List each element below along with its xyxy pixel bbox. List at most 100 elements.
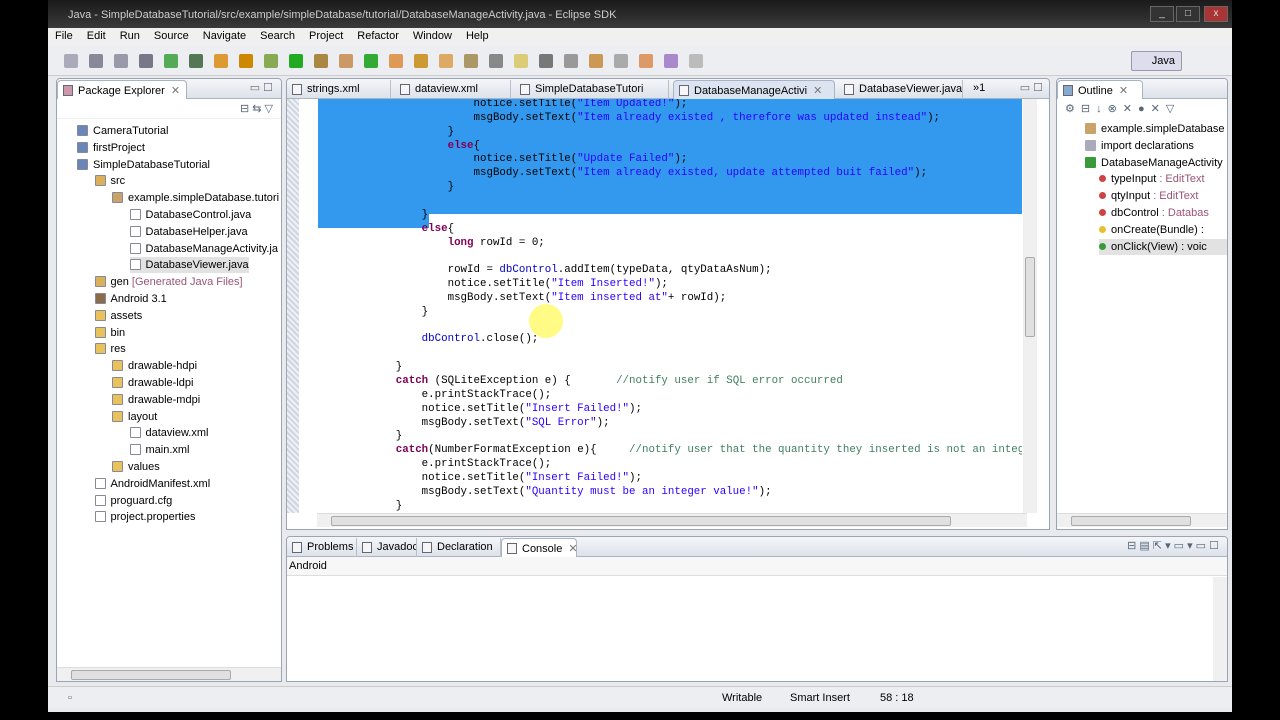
close-icon[interactable]: ✕ xyxy=(813,85,822,97)
toolbar-button-icon[interactable] xyxy=(639,54,653,68)
code-editor[interactable]: notice.setTitle("Item Updated!"); msgBod… xyxy=(318,99,1022,513)
outline-item[interactable]: onCreate(Bundle) : xyxy=(1099,222,1204,238)
tab-declaration[interactable]: Declaration xyxy=(417,538,501,557)
tab-console[interactable]: Console ✕ xyxy=(501,538,577,557)
tab-problems[interactable]: Problems xyxy=(287,538,357,557)
menu-file[interactable]: File xyxy=(48,28,80,46)
tab-outline[interactable]: Outline ✕ xyxy=(1057,80,1143,99)
tree-item[interactable]: SimpleDatabaseTutorial xyxy=(77,157,210,173)
toolbar-button-icon[interactable] xyxy=(414,54,428,68)
toolbar-button-icon[interactable] xyxy=(589,54,603,68)
menu-project[interactable]: Project xyxy=(302,28,350,46)
toolbar-button-icon[interactable] xyxy=(614,54,628,68)
outline-horizontal-scrollbar[interactable] xyxy=(1071,516,1191,526)
outline-item[interactable]: import declarations xyxy=(1085,138,1194,154)
toolbar-button-icon[interactable] xyxy=(139,54,153,68)
toolbar-button-icon[interactable] xyxy=(514,54,528,68)
tree-item[interactable]: drawable-ldpi xyxy=(112,375,193,391)
tree-item[interactable]: src xyxy=(94,173,125,189)
tree-item[interactable]: drawable-hdpi xyxy=(112,358,197,374)
tree-item[interactable]: proguard.cfg xyxy=(94,493,172,509)
outline-item[interactable]: dbControl : Databas xyxy=(1099,205,1209,221)
toolbar-button-icon[interactable] xyxy=(364,54,378,68)
tree-item[interactable]: DatabaseHelper.java xyxy=(129,224,248,240)
outline-toolbar[interactable]: ⚙⊟↓⊗✕●✕▽ xyxy=(1057,99,1227,121)
tree-item[interactable]: layout xyxy=(112,409,157,425)
tree-item[interactable]: dataview.xml xyxy=(129,425,208,441)
editor-tab[interactable]: DatabaseViewer.java xyxy=(839,80,963,99)
tree-item[interactable]: res xyxy=(94,341,126,357)
menu-source[interactable]: Source xyxy=(147,28,196,46)
tree-item[interactable]: firstProject xyxy=(77,140,145,156)
close-button[interactable]: x xyxy=(1204,6,1228,22)
console-toolbar[interactable]: ⊟ ▤ ⇱ ▾ ▭ ▾ ▭ ☐ xyxy=(1127,539,1219,552)
toolbar-button-icon[interactable] xyxy=(564,54,578,68)
tree-item[interactable]: example.simpleDatabase.tutori xyxy=(112,190,279,206)
tree-item[interactable]: assets xyxy=(94,308,142,324)
toolbar-button-icon[interactable] xyxy=(439,54,453,68)
vertical-scrollbar[interactable] xyxy=(1025,257,1035,337)
tab-javadoc[interactable]: Javadoc xyxy=(357,538,417,557)
tree-item[interactable]: AndroidManifest.xml xyxy=(94,476,210,492)
fast-view-icon[interactable]: ▫ xyxy=(68,692,72,704)
maximize-button[interactable]: □ xyxy=(1176,6,1200,22)
tree-item[interactable]: CameraTutorial xyxy=(77,123,168,139)
code-line: else{ xyxy=(447,139,480,152)
toolbar-button-icon[interactable] xyxy=(289,54,303,68)
toolbar-button-icon[interactable] xyxy=(339,54,353,68)
tree-item[interactable]: values xyxy=(112,459,160,475)
tree-item[interactable]: DatabaseManageActivity.ja xyxy=(129,241,278,257)
editor-tab[interactable]: DatabaseManageActivi ✕ xyxy=(673,80,835,99)
outline-item[interactable]: DatabaseManageActivity xyxy=(1085,155,1223,171)
view-toolbar[interactable]: ⊟ ⇆ ▽ xyxy=(57,99,281,119)
tree-item[interactable]: drawable-mdpi xyxy=(112,392,200,408)
close-icon[interactable]: ✕ xyxy=(568,543,576,555)
menu-navigate[interactable]: Navigate xyxy=(196,28,253,46)
toolbar-button-icon[interactable] xyxy=(539,54,553,68)
toolbar-button-icon[interactable] xyxy=(89,54,103,68)
toolbar-button-icon[interactable] xyxy=(164,54,178,68)
editor-tab[interactable]: dataview.xml xyxy=(395,80,511,99)
minimize-maximize-icons[interactable]: ▭ ☐ xyxy=(1020,81,1043,94)
tree-item[interactable]: gen [Generated Java Files] xyxy=(94,274,243,290)
toolbar-button-icon[interactable] xyxy=(464,54,478,68)
toolbar-button-icon[interactable] xyxy=(214,54,228,68)
toolbar-button-icon[interactable] xyxy=(489,54,503,68)
menu-search[interactable]: Search xyxy=(253,28,302,46)
menu-edit[interactable]: Edit xyxy=(80,28,113,46)
minimize-maximize-icons[interactable]: ▭ ☐ xyxy=(250,81,273,94)
outline-item[interactable]: example.simpleDatabase xyxy=(1085,121,1225,137)
tree-item[interactable]: bin xyxy=(94,325,125,341)
menu-refactor[interactable]: Refactor xyxy=(350,28,406,46)
toolbar-button-icon[interactable] xyxy=(689,54,703,68)
toolbar-button-icon[interactable] xyxy=(114,54,128,68)
toolbar-button-icon[interactable] xyxy=(64,54,78,68)
outline-item[interactable]: typeInput : EditText xyxy=(1099,171,1205,187)
close-icon[interactable]: ✕ xyxy=(171,85,180,97)
editor-tab[interactable]: SimpleDatabaseTutori xyxy=(515,80,669,99)
editor-horizontal-scrollbar[interactable] xyxy=(331,516,951,526)
outline-item[interactable]: qtyInput : EditText xyxy=(1099,188,1198,204)
tree-item[interactable]: DatabaseControl.java xyxy=(129,207,251,223)
tree-item[interactable]: DatabaseViewer.java xyxy=(129,257,249,274)
perspective-java-button[interactable]: Java xyxy=(1130,51,1182,71)
minimize-button[interactable]: _ xyxy=(1150,6,1174,22)
close-icon[interactable]: ✕ xyxy=(1119,85,1128,97)
tree-item[interactable]: main.xml xyxy=(129,442,190,458)
toolbar-button-icon[interactable] xyxy=(314,54,328,68)
menu-run[interactable]: Run xyxy=(113,28,147,46)
tab-package-explorer[interactable]: Package Explorer ✕ xyxy=(57,80,187,99)
toolbar-button-icon[interactable] xyxy=(239,54,253,68)
toolbar-button-icon[interactable] xyxy=(264,54,278,68)
menu-help[interactable]: Help xyxy=(459,28,496,46)
menu-window[interactable]: Window xyxy=(406,28,459,46)
editor-tab[interactable]: strings.xml xyxy=(287,80,391,99)
toolbar-button-icon[interactable] xyxy=(664,54,678,68)
horizontal-scrollbar[interactable] xyxy=(71,670,231,680)
tab-overflow[interactable]: »1 xyxy=(973,82,985,94)
tree-item[interactable]: project.properties xyxy=(94,509,196,525)
outline-item[interactable]: onClick(View) : voic xyxy=(1099,238,1227,255)
toolbar-button-icon[interactable] xyxy=(389,54,403,68)
toolbar-button-icon[interactable] xyxy=(189,54,203,68)
tree-item[interactable]: Android 3.1 xyxy=(94,291,167,307)
